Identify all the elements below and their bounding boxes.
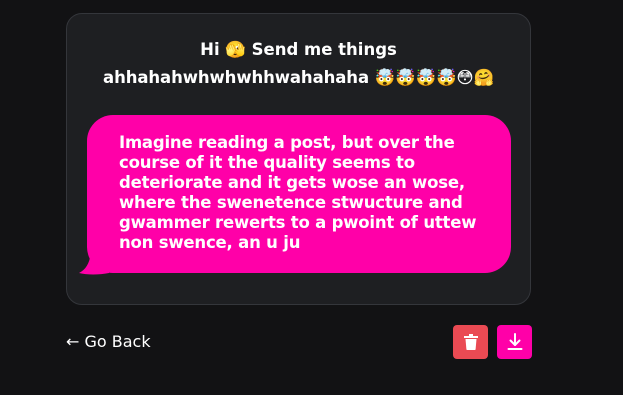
trash-icon bbox=[463, 334, 478, 350]
message-bubble: Imagine reading a post, but over the cou… bbox=[79, 115, 511, 275]
download-button[interactable] bbox=[497, 325, 532, 359]
message-card: Hi 🫣 Send me things ahhahahwhwhwhhwahaha… bbox=[66, 13, 531, 305]
go-back-link[interactable]: ← Go Back bbox=[66, 331, 151, 353]
delete-button[interactable] bbox=[453, 325, 488, 359]
download-icon bbox=[507, 333, 523, 351]
message-text: Imagine reading a post, but over the cou… bbox=[119, 133, 477, 252]
prompt-line-2: ahhahahwhwhwhhwahahaha 🤯🤯🤯🤯😳🤗 bbox=[103, 68, 494, 87]
bubble-body: Imagine reading a post, but over the cou… bbox=[87, 115, 511, 273]
prompt-heading: Hi 🫣 Send me things ahhahahwhwhwhhwahaha… bbox=[67, 36, 530, 92]
prompt-line-1: Hi 🫣 Send me things bbox=[200, 40, 397, 59]
